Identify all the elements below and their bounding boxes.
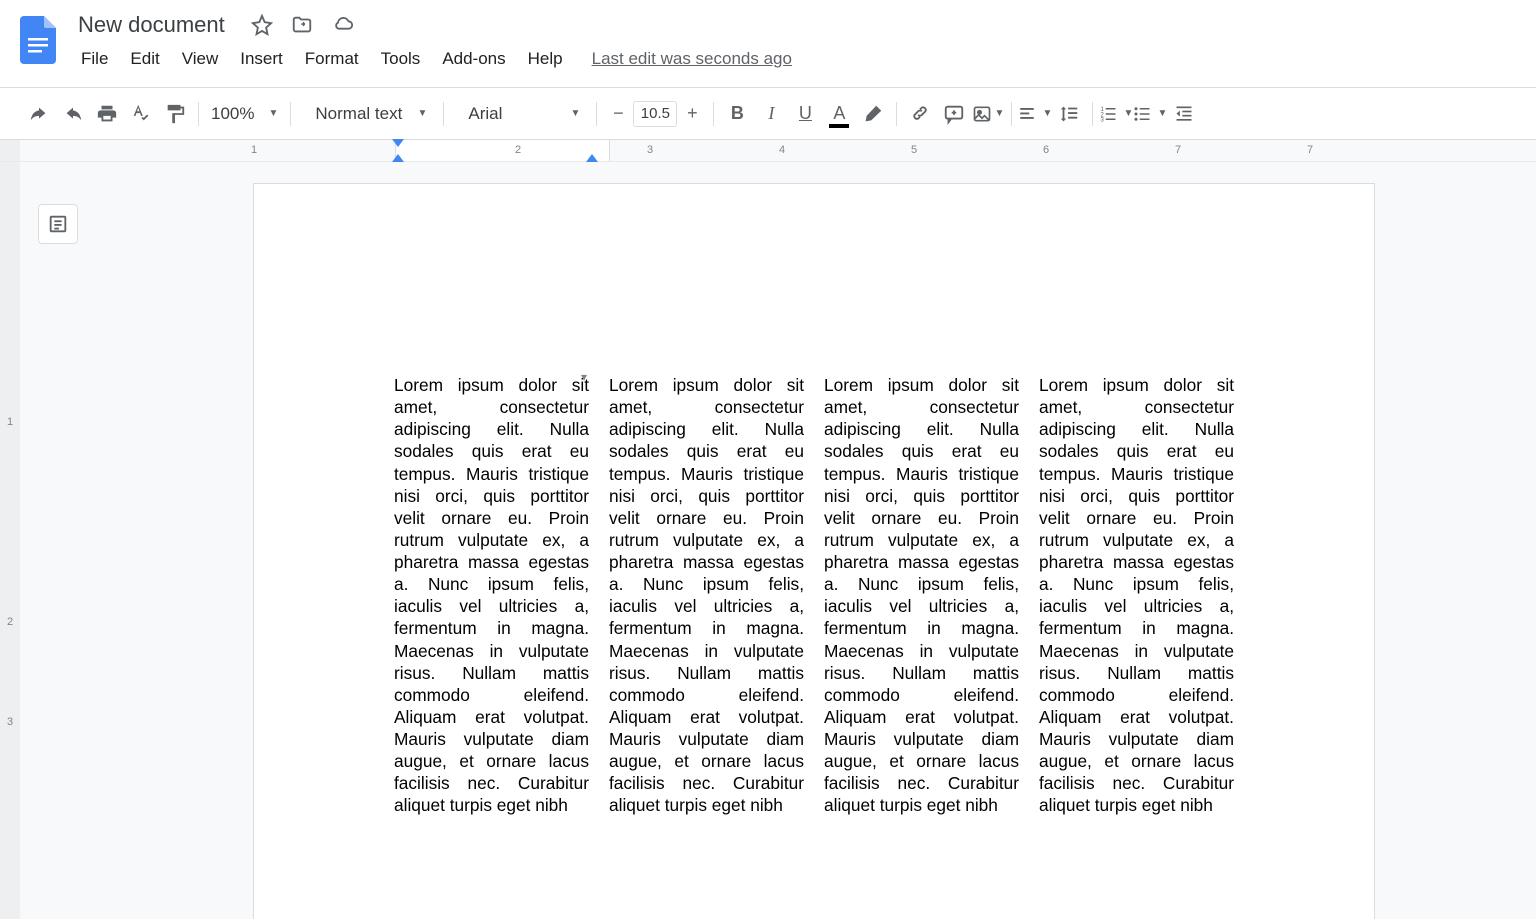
font-size-control: − +	[603, 99, 707, 129]
zoom-dropdown[interactable]: 100% ▼	[205, 104, 284, 124]
font-size-decrease[interactable]: −	[603, 99, 633, 129]
column-break-indicator[interactable]	[581, 364, 593, 376]
chevron-down-icon: ▼	[1042, 108, 1052, 119]
page[interactable]: Lorem ipsum dolor sit amet, consectetur …	[254, 184, 1374, 919]
chevron-down-icon: ▼	[268, 108, 278, 119]
font-family-dropdown[interactable]: Arial ▼	[450, 104, 590, 124]
last-edit-link[interactable]: Last edit was seconds ago	[592, 49, 792, 69]
ruler-tick: 1	[251, 144, 257, 156]
star-icon[interactable]	[251, 14, 273, 36]
menu-tools[interactable]: Tools	[370, 45, 432, 73]
redo-button[interactable]	[56, 97, 90, 131]
document-outline-button[interactable]	[38, 204, 78, 244]
ruler-tick: 4	[779, 144, 785, 156]
chevron-down-icon: ▼	[570, 108, 580, 119]
menu-bar: File Edit View Insert Format Tools Add-o…	[70, 42, 1536, 76]
ruler-tick: 2	[515, 144, 521, 156]
underline-button[interactable]: U	[788, 97, 822, 131]
header-main: New document File Edit View Insert Forma…	[70, 8, 1536, 76]
align-button[interactable]: ▼	[1018, 97, 1052, 131]
zoom-value: 100%	[211, 104, 254, 124]
cloud-status-icon[interactable]	[331, 14, 355, 36]
title-icons	[251, 14, 355, 36]
ruler-tick: 7	[1175, 144, 1181, 156]
insert-image-button[interactable]: ▼	[971, 97, 1005, 131]
ruler-tick: 5	[911, 144, 917, 156]
chevron-down-icon: ▼	[1123, 108, 1133, 119]
ruler-tick: 7	[1307, 144, 1313, 156]
menu-edit[interactable]: Edit	[119, 45, 170, 73]
decrease-indent-button[interactable]	[1167, 97, 1201, 131]
right-indent-marker[interactable]	[586, 154, 598, 162]
page-wrapper: Lorem ipsum dolor sit amet, consectetur …	[20, 162, 1536, 919]
title-row: New document	[70, 8, 1536, 42]
column-3[interactable]: Lorem ipsum dolor sit amet, consectetur …	[824, 374, 1019, 817]
font-size-increase[interactable]: +	[677, 99, 707, 129]
text-color-button[interactable]: A	[822, 97, 856, 131]
highlight-button[interactable]	[856, 97, 890, 131]
svg-text:3: 3	[1101, 117, 1105, 123]
menu-insert[interactable]: Insert	[229, 45, 294, 73]
print-button[interactable]	[90, 97, 124, 131]
text-columns: Lorem ipsum dolor sit amet, consectetur …	[394, 374, 1234, 817]
menu-view[interactable]: View	[171, 45, 230, 73]
menu-addons[interactable]: Add-ons	[431, 45, 516, 73]
bold-button[interactable]: B	[720, 97, 754, 131]
undo-button[interactable]	[22, 97, 56, 131]
document-canvas: 1 2 3 Lorem ipsum dolor sit amet, consec…	[0, 162, 1536, 919]
app-header: New document File Edit View Insert Forma…	[0, 0, 1536, 88]
ruler-tick: 3	[647, 144, 653, 156]
paint-format-button[interactable]	[158, 97, 192, 131]
move-folder-icon[interactable]	[291, 14, 313, 36]
italic-button[interactable]: I	[754, 97, 788, 131]
column-text[interactable]: Lorem ipsum dolor sit amet, consectetur …	[394, 375, 589, 815]
ruler-tick: 6	[1043, 144, 1049, 156]
menu-format[interactable]: Format	[294, 45, 370, 73]
document-title[interactable]: New document	[70, 10, 233, 40]
paragraph-style-dropdown[interactable]: Normal text ▼	[297, 104, 437, 124]
column-2[interactable]: Lorem ipsum dolor sit amet, consectetur …	[609, 374, 804, 817]
vertical-ruler[interactable]: 1 2 3	[0, 162, 20, 919]
style-value: Normal text	[315, 104, 402, 124]
menu-help[interactable]: Help	[517, 45, 574, 73]
bulleted-list-button[interactable]: ▼	[1133, 97, 1167, 131]
menu-file[interactable]: File	[70, 45, 119, 73]
font-value: Arial	[468, 104, 502, 124]
docs-logo[interactable]	[18, 14, 58, 66]
horizontal-ruler[interactable]: 1 2 3 4 5 6 7 7	[0, 140, 1536, 162]
first-line-indent-marker[interactable]	[392, 139, 404, 147]
left-indent-marker[interactable]	[392, 154, 404, 162]
spellcheck-button[interactable]	[124, 97, 158, 131]
numbered-list-button[interactable]: 123▼	[1099, 97, 1133, 131]
toolbar: 100% ▼ Normal text ▼ Arial ▼ − + B I U A…	[0, 88, 1536, 140]
chevron-down-icon: ▼	[994, 108, 1004, 119]
add-comment-button[interactable]	[937, 97, 971, 131]
chevron-down-icon: ▼	[417, 108, 427, 119]
column-1[interactable]: Lorem ipsum dolor sit amet, consectetur …	[394, 374, 589, 817]
chevron-down-icon: ▼	[1157, 108, 1167, 119]
line-spacing-button[interactable]	[1052, 97, 1086, 131]
column-4[interactable]: Lorem ipsum dolor sit amet, consectetur …	[1039, 374, 1234, 817]
insert-link-button[interactable]	[903, 97, 937, 131]
font-size-input[interactable]	[633, 101, 677, 127]
